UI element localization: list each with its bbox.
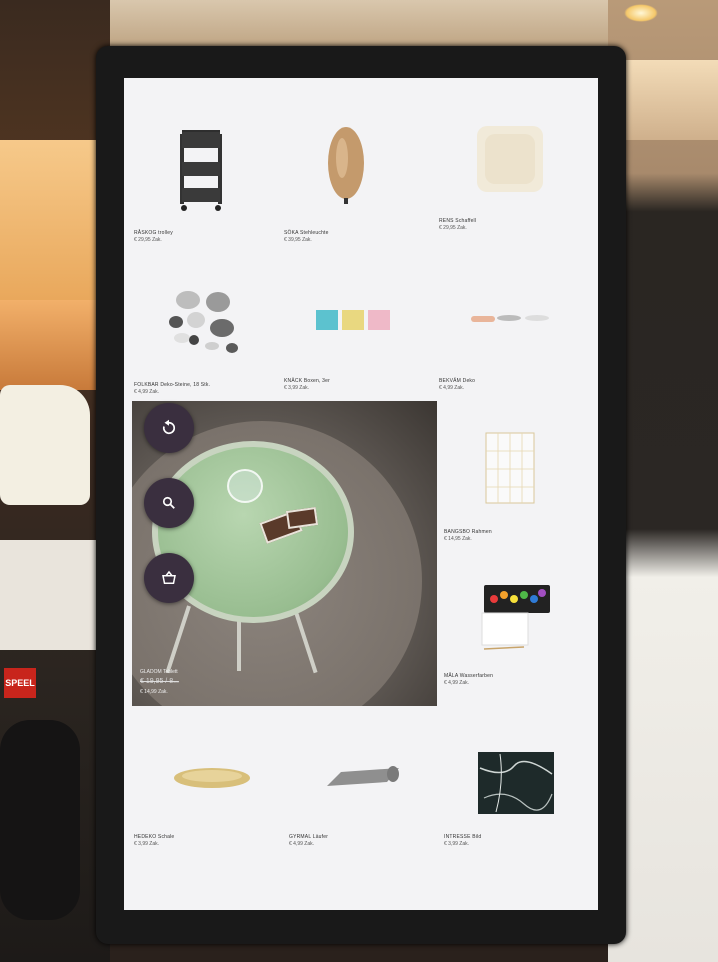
product-name: GYRMAL Läufer: [289, 834, 329, 840]
product-name: INTRESSE Bild: [444, 834, 482, 840]
product-price: € 29,95 Zak.: [439, 225, 467, 231]
kiosk-screen: RÅSKOG trolley € 29,95 Zak. SÖKA Stehleu…: [124, 78, 598, 910]
frame-image: [485, 432, 535, 504]
product-price: € 39,95 Zak.: [284, 237, 312, 243]
product-price: € 4,99 Zak.: [289, 841, 315, 847]
marble-image: [478, 752, 554, 814]
lamp-image: [328, 127, 364, 204]
featured-name: GLADOM Tablett: [140, 669, 178, 675]
product-price: € 3,99 Zak.: [444, 841, 470, 847]
product-price: € 4,99 Zak.: [134, 389, 160, 395]
product-name: MÅLA Wasserfarben: [444, 673, 494, 679]
watercolor-image: [481, 585, 550, 650]
fabric-display: [0, 385, 90, 505]
search-button[interactable]: [144, 478, 194, 528]
product-name: HEDEKO Schale: [134, 834, 175, 840]
bowl-image: [174, 768, 250, 788]
store-sign: SPEEL: [4, 668, 36, 698]
deco-image: [471, 315, 549, 322]
product-name: BANGSBO Rahmen: [444, 529, 492, 535]
basket-icon: [162, 570, 176, 584]
search-icon: [162, 496, 175, 509]
product-price: € 3,99 Zak.: [284, 385, 310, 391]
glass-image: [227, 469, 263, 503]
trolley-image: [180, 130, 222, 211]
white-shelf: [0, 540, 100, 650]
featured-price: € 14,99 Zak.: [140, 689, 168, 695]
sheepskin-image: [477, 126, 543, 192]
basket-button[interactable]: [144, 553, 194, 603]
right-shelf: [618, 60, 718, 140]
pebbles-image: [169, 291, 238, 353]
lit-shelf-lower: [0, 300, 100, 390]
product-price: € 14,95 Zak.: [444, 536, 472, 542]
lit-shelf-upper: [0, 140, 100, 300]
refresh-icon: [162, 419, 176, 435]
plush-toy: [0, 720, 80, 920]
ceiling-light: [624, 4, 658, 22]
product-name: FOLKBAR Deko-Steine, 18 Stk.: [134, 382, 211, 388]
featured-old-price: € 19,95 / 8...: [140, 678, 179, 685]
product-name: KNÄCK Boxen, 3er: [284, 378, 330, 384]
product-price: € 4,99 Zak.: [439, 385, 465, 391]
boxes-image: [316, 310, 390, 330]
product-price: € 3,99 Zak.: [134, 841, 160, 847]
product-price: € 29,95 Zak.: [134, 237, 162, 243]
product-name: RENS Schaffell: [439, 218, 477, 224]
refresh-button[interactable]: [144, 403, 194, 453]
product-name: RÅSKOG trolley: [134, 230, 173, 236]
runner-image: [327, 766, 399, 786]
product-name: BEKVÄM Deko: [439, 378, 476, 384]
product-name: SÖKA Stehleuchte: [284, 230, 329, 236]
product-price: € 4,99 Zak.: [444, 680, 470, 686]
